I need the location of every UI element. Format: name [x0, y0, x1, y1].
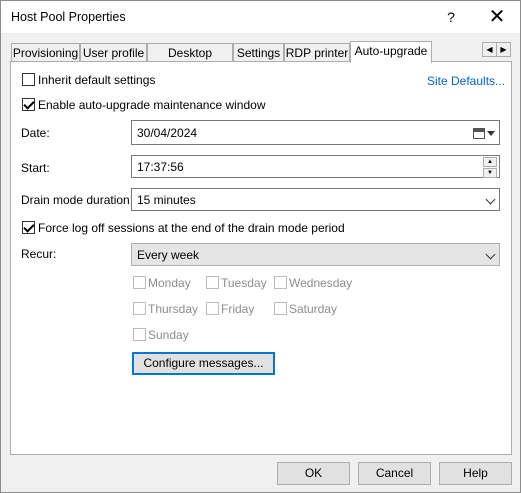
recur-select[interactable]: Every week [131, 243, 500, 266]
enable-maintenance-checkbox[interactable] [22, 98, 35, 111]
calendar-icon[interactable] [473, 128, 485, 139]
tab-settings[interactable]: Settings [233, 43, 284, 62]
sunday-label: Sunday [148, 328, 189, 342]
time-spinner[interactable]: ▲ ▼ [483, 157, 497, 178]
force-logoff-checkbox[interactable] [22, 221, 35, 234]
recur-value: Every week [137, 248, 200, 262]
date-picker[interactable]: 30/04/2024 [131, 120, 500, 145]
help-button[interactable]: Help [439, 462, 512, 485]
inherit-defaults-label: Inherit default settings [38, 73, 156, 87]
start-time-field[interactable]: 17:37:56 ▲ ▼ [131, 155, 500, 178]
wednesday-checkbox[interactable] [274, 276, 287, 289]
chevron-down-icon[interactable] [487, 131, 495, 136]
tab-provisioning[interactable]: Provisioning [11, 43, 80, 62]
saturday-checkbox[interactable] [274, 302, 287, 315]
title-bar: Host Pool Properties ? ✕ [1, 1, 520, 33]
tuesday-label: Tuesday [221, 276, 267, 290]
force-logoff-label: Force log off sessions at the end of the… [38, 221, 345, 235]
start-label: Start: [21, 161, 50, 175]
dialog-title: Host Pool Properties [11, 10, 126, 24]
cancel-button[interactable]: Cancel [358, 462, 431, 485]
tab-desktop-access[interactable]: Desktop access [147, 43, 233, 79]
tab-scroll-left-button[interactable]: ◀ [482, 42, 497, 57]
spin-down-icon[interactable]: ▼ [483, 168, 497, 178]
enable-maintenance-label: Enable auto-upgrade maintenance window [38, 98, 266, 112]
help-title-button[interactable]: ? [428, 1, 474, 33]
sunday-checkbox[interactable] [133, 328, 146, 341]
tab-rdp-printer[interactable]: RDP printer [284, 43, 350, 62]
saturday-label: Saturday [289, 302, 338, 316]
recur-label: Recur: [21, 247, 57, 261]
tuesday-checkbox[interactable] [206, 276, 219, 289]
drain-duration-select[interactable]: 15 minutes [131, 188, 500, 211]
tab-user-profile[interactable]: User profile [80, 43, 147, 62]
site-defaults-link[interactable]: Site Defaults... [427, 74, 505, 88]
inherit-defaults-checkbox[interactable] [22, 73, 35, 86]
date-value: 30/04/2024 [137, 126, 198, 140]
drain-duration-value: 15 minutes [137, 193, 196, 207]
tab-auto-upgrade[interactable]: Auto-upgrade [350, 41, 432, 63]
monday-label: Monday [148, 276, 191, 290]
thursday-label: Thursday [148, 302, 199, 316]
friday-label: Friday [221, 302, 255, 316]
wednesday-label: Wednesday [289, 276, 353, 290]
tab-scroll-right-button[interactable]: ▶ [496, 42, 511, 57]
spin-up-icon[interactable]: ▲ [483, 157, 497, 167]
monday-checkbox[interactable] [133, 276, 146, 289]
chevron-down-icon [485, 194, 496, 205]
drain-duration-label: Drain mode duration: [21, 193, 134, 207]
chevron-down-icon [485, 249, 496, 260]
close-button[interactable]: ✕ [474, 1, 520, 33]
dialog-window: Host Pool Properties ? ✕ Provisioning Us… [0, 0, 521, 493]
thursday-checkbox[interactable] [133, 302, 146, 315]
start-time-value: 17:37:56 [137, 160, 184, 174]
date-label: Date: [21, 126, 50, 140]
friday-checkbox[interactable] [206, 302, 219, 315]
configure-messages-button[interactable]: Configure messages... [132, 352, 275, 375]
ok-button[interactable]: OK [277, 462, 350, 485]
